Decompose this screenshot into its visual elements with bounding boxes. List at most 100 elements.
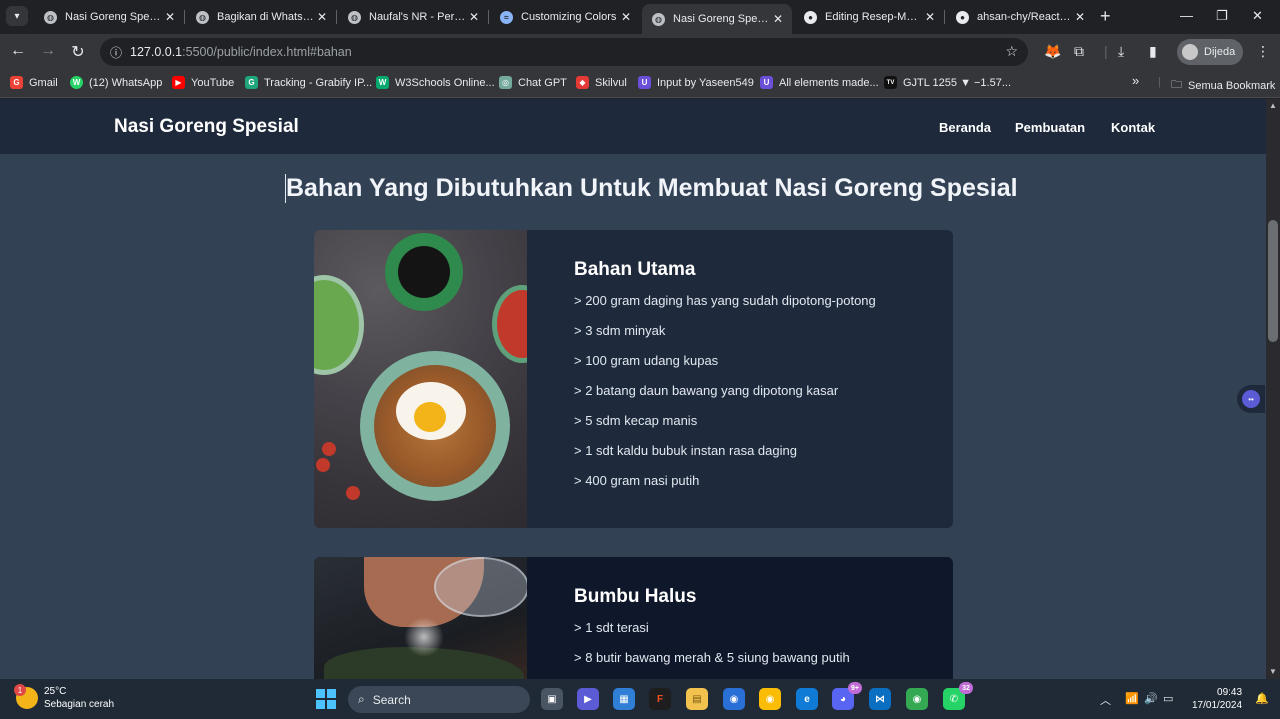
- nav-link-beranda[interactable]: Beranda: [939, 120, 991, 135]
- tab-search-button[interactable]: ▾: [6, 6, 28, 26]
- bookmark-star-icon[interactable]: ☆: [1005, 43, 1018, 60]
- tab-1[interactable]: ◍ Nasi Goreng Spesial ✕: [34, 4, 184, 30]
- volume-icon[interactable]: 🔊: [1144, 692, 1158, 705]
- close-icon[interactable]: ✕: [1072, 10, 1088, 24]
- tab-title: Editing Resep-Makan: [825, 11, 922, 23]
- tab-title: Naufal's NR - Personal: [369, 11, 466, 23]
- site-info-icon[interactable]: ⓘ: [110, 44, 130, 61]
- scroll-thumb[interactable]: [1268, 220, 1278, 342]
- browser-menu-icon[interactable]: ⋮: [1256, 43, 1270, 60]
- chrome-profile-icon[interactable]: ◉: [759, 688, 781, 710]
- weather-sun-icon: 1: [14, 684, 38, 709]
- forward-arrow-icon[interactable]: →: [38, 42, 58, 60]
- search-placeholder: Search: [372, 692, 411, 707]
- close-icon[interactable]: ✕: [314, 10, 330, 24]
- tab-2[interactable]: ◍ Bagikan di WhatsApp ✕: [186, 4, 336, 30]
- notification-bell-icon[interactable]: 🔔: [1255, 692, 1269, 705]
- tray-overflow-icon[interactable]: ︿: [1100, 692, 1111, 708]
- close-icon[interactable]: ✕: [922, 10, 938, 24]
- tab-title: Bagikan di WhatsApp: [217, 11, 314, 23]
- edge-icon[interactable]: e: [796, 688, 818, 710]
- bookmark-elements[interactable]: U All elements made...: [760, 76, 879, 89]
- teams-meet-icon[interactable]: ▶: [577, 688, 599, 710]
- weather-widget[interactable]: 1 25°C Sebagian cerah: [14, 684, 114, 711]
- discord-icon[interactable]: ◕ 9+: [832, 682, 862, 710]
- tab-strip: ▾ ◍ Nasi Goreng Spesial ✕ ◍ Bagikan di W…: [0, 0, 1280, 34]
- bookmark-skilvul[interactable]: ◆ Skilvul: [576, 76, 627, 89]
- folder-icon: 🗀: [1171, 79, 1182, 91]
- weather-badge: 1: [14, 684, 26, 696]
- w3schools-icon: W: [376, 76, 389, 89]
- nav-link-pembuatan[interactable]: Pembuatan: [1015, 120, 1085, 135]
- globe-icon: ◍: [196, 10, 209, 24]
- figma-icon[interactable]: F: [649, 688, 671, 710]
- all-bookmarks-button[interactable]: 🗀 Semua Bookmark: [1171, 76, 1275, 95]
- close-icon[interactable]: ✕: [466, 10, 482, 24]
- bookmark-w3schools[interactable]: W W3Schools Online...: [376, 76, 495, 89]
- restore-button[interactable]: ❐: [1216, 8, 1228, 24]
- whatsapp-icon: W: [70, 76, 83, 89]
- tailwind-icon: ≈: [500, 10, 513, 24]
- globe-icon: ◍: [652, 12, 665, 26]
- bookmark-youtube[interactable]: ▶ YouTube: [172, 76, 234, 89]
- scroll-up-arrow-icon[interactable]: ▲: [1269, 101, 1277, 110]
- nav-link-kontak[interactable]: Kontak: [1111, 120, 1155, 135]
- tab-4[interactable]: ≈ Customizing Colors ✕: [490, 4, 640, 30]
- vscode-icon[interactable]: ⋈: [869, 688, 891, 710]
- extensions-puzzle-icon[interactable]: ⧉: [1074, 43, 1084, 60]
- address-bar[interactable]: ⓘ 127.0.0.1:5500/public/index.html#bahan…: [100, 38, 1028, 66]
- bookmark-label: GJTL 1255 ▼ −1.57...: [903, 76, 1012, 89]
- tab-title: Nasi Goreng Spesial: [65, 11, 162, 23]
- side-panel-icon[interactable]: ▮: [1149, 43, 1157, 60]
- tab-5-active[interactable]: ◍ Nasi Goreng Spesial ✕: [642, 4, 792, 34]
- ingredient-card-main: Bahan Utama > 200 gram daging has yang s…: [314, 230, 953, 528]
- taskbar: 1 25°C Sebagian cerah ⌕ Search ▣ ▶ ▦ F ▤…: [0, 679, 1280, 719]
- task-view-icon[interactable]: ▣: [541, 688, 563, 710]
- window-close-button[interactable]: ✕: [1252, 8, 1263, 24]
- bookmark-tradingview[interactable]: TV GJTL 1255 ▼ −1.57...: [884, 76, 1011, 89]
- page-scrollbar[interactable]: ▲ ▼: [1266, 99, 1280, 679]
- scroll-down-arrow-icon[interactable]: ▼: [1269, 667, 1277, 676]
- download-icon[interactable]: ⤓: [1118, 43, 1124, 60]
- close-icon[interactable]: ✕: [618, 10, 634, 24]
- close-icon[interactable]: ✕: [162, 10, 178, 24]
- page-title: Bahan Yang Dibutuhkan Untuk Membuat Nasi…: [285, 174, 1018, 203]
- bookmark-grabify[interactable]: G Tracking - Grabify IP...: [245, 76, 372, 89]
- wifi-icon[interactable]: 📶: [1125, 692, 1139, 705]
- new-tab-button[interactable]: +: [1100, 7, 1111, 25]
- whatsapp-icon[interactable]: ✆ 32: [943, 682, 973, 710]
- bookmark-label: W3Schools Online...: [395, 76, 495, 89]
- assistant-bot-icon[interactable]: ••: [1237, 385, 1265, 413]
- uiverse-icon: U: [638, 76, 651, 89]
- file-explorer-icon[interactable]: ▤: [686, 688, 708, 710]
- back-arrow-icon[interactable]: ←: [8, 42, 28, 60]
- bookmarks-overflow-button[interactable]: »: [1132, 73, 1139, 88]
- bookmark-label: Chat GPT: [518, 76, 567, 89]
- site-brand[interactable]: Nasi Goreng Spesial: [114, 116, 299, 138]
- tab-7[interactable]: ● ahsan-chy/React-JS ✕: [946, 4, 1094, 30]
- metamask-extension-icon[interactable]: 🦊: [1044, 43, 1061, 60]
- clock[interactable]: 09:43 17/01/2024: [1192, 686, 1242, 712]
- tab-title: Nasi Goreng Spesial: [673, 13, 770, 25]
- bookmark-chatgpt[interactable]: ◎ Chat GPT: [499, 76, 567, 89]
- bookmark-label: All elements made...: [779, 76, 879, 89]
- battery-icon[interactable]: ▭: [1163, 692, 1173, 705]
- ms-store-icon[interactable]: ▦: [613, 688, 635, 710]
- minimize-button[interactable]: —: [1180, 8, 1193, 23]
- chrome-alt-icon[interactable]: ◉: [906, 688, 928, 710]
- taskbar-search[interactable]: ⌕ Search: [348, 686, 530, 713]
- profile-button[interactable]: Dijeda: [1177, 39, 1243, 65]
- github-icon: ●: [804, 10, 817, 24]
- tab-3[interactable]: ◍ Naufal's NR - Personal ✕: [338, 4, 488, 30]
- windows-start-icon[interactable]: [316, 689, 336, 709]
- avatar: [1182, 44, 1198, 60]
- bookmark-whatsapp[interactable]: W (12) WhatsApp: [70, 76, 162, 89]
- close-icon[interactable]: ✕: [770, 12, 786, 26]
- github-icon: ●: [956, 10, 969, 24]
- bookmark-gmail[interactable]: G Gmail: [10, 76, 58, 89]
- tab-6[interactable]: ● Editing Resep-Makan ✕: [794, 4, 944, 30]
- reload-icon[interactable]: ↻: [68, 42, 88, 62]
- bookmark-input[interactable]: U Input by Yaseen549: [638, 76, 754, 89]
- uiverse-icon: U: [760, 76, 773, 89]
- chrome-icon[interactable]: ◉: [723, 688, 745, 710]
